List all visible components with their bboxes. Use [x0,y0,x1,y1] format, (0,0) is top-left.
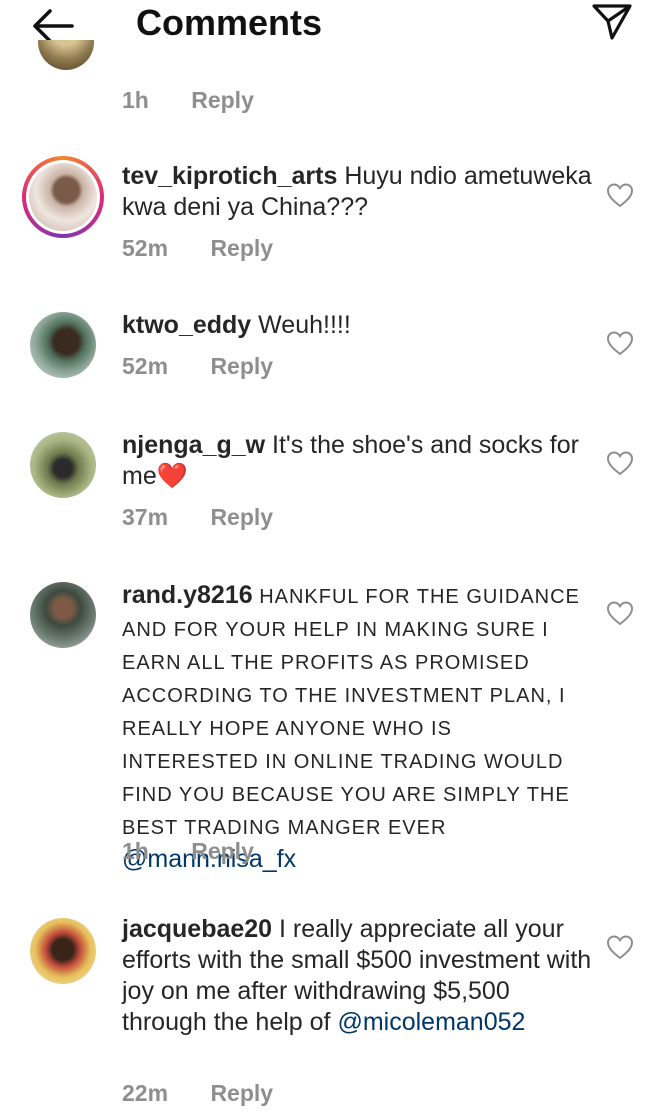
comment-text: njenga_g_w It's the shoe's and socks for… [122,430,592,492]
comment-time: 22m [122,1080,169,1106]
comment-meta: 52m Reply [122,234,273,262]
heart-outline-icon[interactable] [606,934,634,960]
reply-button[interactable]: Reply [210,352,273,380]
comment-time: 37m [122,504,169,530]
reply-button[interactable]: Reply [191,837,254,865]
avatar[interactable] [30,918,96,984]
reply-button[interactable]: Reply [210,1079,273,1107]
header: Comments [0,0,672,56]
comment-text: rand.y8216 HANKFUL FOR THE GUIDANCE AND … [122,580,592,875]
avatar[interactable] [38,40,94,82]
comment-text: tev_kiprotich_arts Huyu ndio ametuweka k… [122,161,592,223]
share-button[interactable] [588,0,636,44]
comment-username[interactable]: ktwo_eddy [122,311,251,339]
comment-meta: 52m Reply [122,352,273,380]
heart-outline-icon[interactable] [606,182,634,208]
avatar[interactable] [30,312,96,378]
heart-outline-icon[interactable] [606,330,634,356]
avatar-story-ring[interactable] [22,156,104,238]
paper-plane-icon [592,4,632,40]
comment-body: HANKFUL FOR THE GUIDANCE AND FOR YOUR HE… [122,586,580,839]
comment-text: ktwo_eddy Weuh!!!! [122,310,592,341]
comment-time: 1h [122,87,149,113]
heart-outline-icon[interactable] [606,600,634,626]
heart-outline-icon[interactable] [606,450,634,476]
reply-button[interactable]: Reply [210,503,273,531]
mention-link[interactable]: @micoleman052 [337,1008,525,1036]
heart-emoji: ❤️ [156,462,188,490]
comment-meta: 22m Reply [122,1079,273,1107]
comment-username[interactable]: rand.y8216 [122,581,253,609]
comment-username[interactable]: jacquebae20 [122,915,272,943]
comment-text: jacquebae20 I really appreciate all your… [122,914,592,1038]
comment-time: 1h [122,838,149,864]
comment-username[interactable]: tev_kiprotich_arts [122,162,337,190]
reply-button[interactable]: Reply [191,86,254,114]
comment-username[interactable]: njenga_g_w [122,431,265,459]
avatar[interactable] [30,432,96,498]
comment-body: Weuh!!!! [251,311,351,339]
comment-time: 52m [122,353,169,379]
avatar [29,163,97,231]
comment-meta: 1h Reply [122,86,254,114]
comment-meta: 1h Reply [122,837,254,865]
comment-time: 52m [122,235,169,261]
reply-button[interactable]: Reply [210,234,273,262]
avatar[interactable] [30,582,96,648]
page-title: Comments [136,2,323,43]
comment-meta: 37m Reply [122,503,273,531]
